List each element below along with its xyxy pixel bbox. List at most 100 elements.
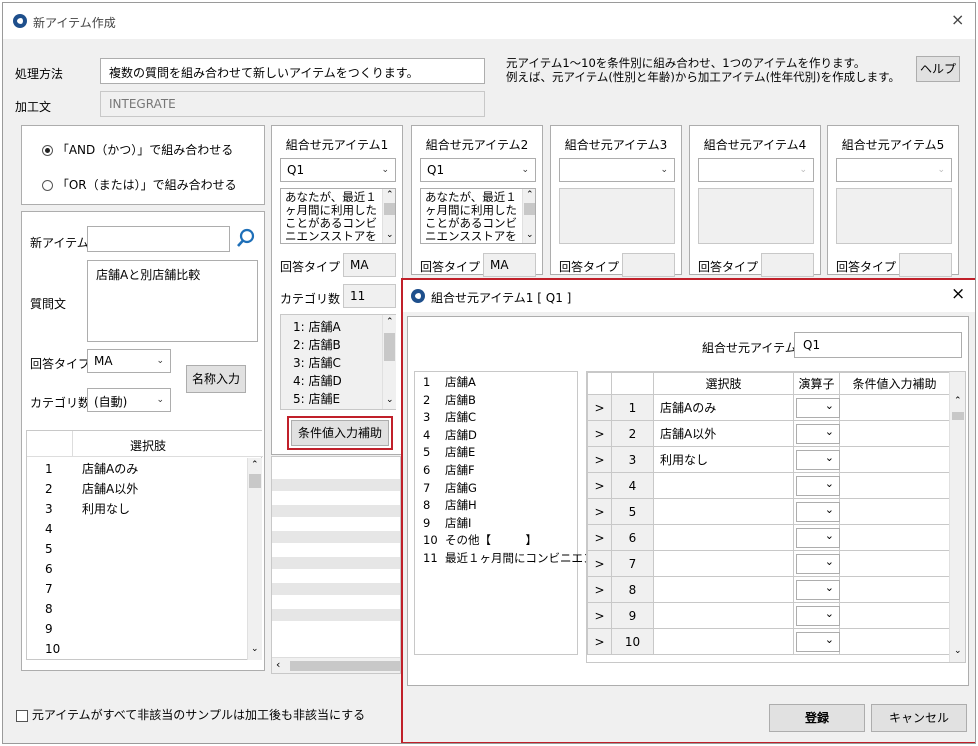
horizontal-scrollbar[interactable]: ‹ xyxy=(272,657,400,673)
chevron-up-icon[interactable]: ⌃ xyxy=(386,189,394,202)
chevron-up-icon[interactable]: ⌃ xyxy=(386,317,394,327)
chevron-down-icon[interactable]: ⌄ xyxy=(251,644,259,654)
list-item[interactable]: 6 xyxy=(27,559,247,579)
chevron-down-icon[interactable]: ⌄ xyxy=(386,395,394,405)
list-item[interactable]: 4 店舗D xyxy=(415,427,577,445)
source-item-select[interactable]: ⌄ xyxy=(559,158,675,182)
row-condition[interactable] xyxy=(839,472,950,499)
list-item[interactable]: 3: 店舗C xyxy=(285,354,391,372)
dialog-close-icon[interactable]: × xyxy=(951,284,965,304)
row-condition[interactable] xyxy=(839,602,950,629)
source-cat-scrollbar[interactable]: ⌃ ⌄ xyxy=(382,315,396,409)
scroll-thumb[interactable] xyxy=(384,333,395,361)
row-condition[interactable] xyxy=(839,550,950,577)
chevron-up-icon[interactable]: ⌃ xyxy=(526,189,534,202)
row-choice[interactable] xyxy=(653,628,794,655)
list-item[interactable]: 1 店舗Aのみ xyxy=(27,459,247,479)
answer-type-select[interactable]: MA ⌄ xyxy=(87,349,171,373)
operator-select[interactable] xyxy=(796,397,840,418)
list-item[interactable]: 2: 店舗B xyxy=(285,336,391,354)
new-item-input[interactable] xyxy=(87,226,230,252)
chevron-down-icon[interactable]: ⌄ xyxy=(386,229,394,242)
source-item-select[interactable]: ⌄ xyxy=(836,158,952,182)
row-arrow-button[interactable]: > xyxy=(587,420,612,447)
row-condition[interactable] xyxy=(839,394,950,421)
operator-select[interactable] xyxy=(796,449,840,470)
scroll-thumb[interactable] xyxy=(249,474,261,488)
cancel-button[interactable]: キャンセル xyxy=(871,704,967,732)
list-item[interactable]: 3 店舗C xyxy=(415,409,577,427)
list-item[interactable]: 5 店舗E xyxy=(415,444,577,462)
operator-select[interactable] xyxy=(796,579,840,600)
list-item[interactable]: 7 xyxy=(27,579,247,599)
row-choice[interactable] xyxy=(653,524,794,551)
row-condition[interactable] xyxy=(839,524,950,551)
operator-select[interactable] xyxy=(796,605,840,626)
list-item[interactable]: 9 店舗I xyxy=(415,515,577,533)
row-arrow-button[interactable]: > xyxy=(587,576,612,603)
row-arrow-button[interactable]: > xyxy=(587,394,612,421)
row-choice[interactable]: 店舗Aのみ xyxy=(653,394,794,421)
list-item[interactable]: 2 店舗B xyxy=(415,392,577,410)
row-condition[interactable] xyxy=(839,446,950,473)
chevron-up-icon[interactable]: ⌃ xyxy=(251,460,259,470)
checkbox-box[interactable] xyxy=(16,709,28,722)
source-question-scrollbar[interactable]: ⌃ ⌄ xyxy=(522,189,535,243)
source-item-select[interactable]: Q1 ⌄ xyxy=(280,158,396,182)
row-choice[interactable] xyxy=(653,472,794,499)
scroll-thumb[interactable] xyxy=(384,203,395,215)
row-choice[interactable] xyxy=(653,550,794,577)
list-item[interactable]: 7 店舗G xyxy=(415,480,577,498)
radio-or[interactable]: 「OR（または）」で組み合わせる xyxy=(42,176,237,193)
list-item[interactable]: 10 その他【 】 xyxy=(415,532,577,550)
help-button[interactable]: ヘルプ xyxy=(916,56,960,82)
register-button[interactable]: 登録 xyxy=(769,704,865,732)
list-item[interactable]: 8 店舗H xyxy=(415,497,577,515)
row-condition[interactable] xyxy=(839,576,950,603)
list-item[interactable]: 2 店舗A以外 xyxy=(27,479,247,499)
list-item[interactable]: 11 最近１ヶ月間にコンビニエンス xyxy=(415,550,606,568)
list-item[interactable]: 5: 店舗E xyxy=(285,390,391,408)
chevron-left-icon[interactable]: ‹ xyxy=(276,658,280,671)
chevron-down-icon[interactable]: ⌄ xyxy=(526,229,534,242)
row-condition[interactable] xyxy=(839,420,950,447)
list-item[interactable]: 4 xyxy=(27,519,247,539)
row-choice[interactable]: 店舗A以外 xyxy=(653,420,794,447)
radio-and-dot[interactable] xyxy=(42,145,53,156)
row-choice[interactable]: 利用なし xyxy=(653,446,794,473)
list-item[interactable]: 1: 店舗A xyxy=(285,318,391,336)
row-arrow-button[interactable]: > xyxy=(587,524,612,551)
list-item[interactable]: 8 xyxy=(27,599,247,619)
row-arrow-button[interactable]: > xyxy=(587,628,612,655)
row-arrow-button[interactable]: > xyxy=(587,472,612,499)
nonapplicable-checkbox[interactable]: 元アイテムがすべて非該当のサンプルは加工後も非該当にする xyxy=(16,706,365,723)
row-arrow-button[interactable]: > xyxy=(587,550,612,577)
scroll-thumb[interactable] xyxy=(952,412,964,420)
list-item[interactable]: 5 xyxy=(27,539,247,559)
operator-select[interactable] xyxy=(796,527,840,548)
row-arrow-button[interactable]: > xyxy=(587,446,612,473)
radio-or-dot[interactable] xyxy=(42,180,53,191)
list-item[interactable]: 6 店舗F xyxy=(415,462,577,480)
row-condition[interactable] xyxy=(839,628,950,655)
row-arrow-button[interactable]: > xyxy=(587,602,612,629)
row-arrow-button[interactable]: > xyxy=(587,498,612,525)
list-item[interactable]: 1 店舗A xyxy=(415,374,577,392)
question-textarea[interactable]: 店舗Aと別店舗比較 xyxy=(87,260,258,342)
operator-select[interactable] xyxy=(796,423,840,444)
scroll-thumb[interactable] xyxy=(524,203,535,215)
row-choice[interactable] xyxy=(653,602,794,629)
operator-select[interactable] xyxy=(796,475,840,496)
condition-assist-button[interactable]: 条件値入力補助 xyxy=(287,416,393,450)
choices-scrollbar[interactable]: ⌃ ⌄ xyxy=(247,458,262,660)
operator-select[interactable] xyxy=(796,501,840,522)
source-item-select[interactable]: ⌄ xyxy=(698,158,814,182)
source-item-select[interactable]: Q1 ⌄ xyxy=(420,158,536,182)
chevron-down-icon[interactable]: ⌄ xyxy=(954,646,962,656)
source-question-scrollbar[interactable]: ⌃ ⌄ xyxy=(382,189,395,243)
operator-select[interactable] xyxy=(796,553,840,574)
row-choice[interactable] xyxy=(653,498,794,525)
row-condition[interactable] xyxy=(839,498,950,525)
radio-and[interactable]: 「AND（かつ）」で組み合わせる xyxy=(42,141,233,158)
name-input-button[interactable]: 名称入力 xyxy=(186,365,246,393)
